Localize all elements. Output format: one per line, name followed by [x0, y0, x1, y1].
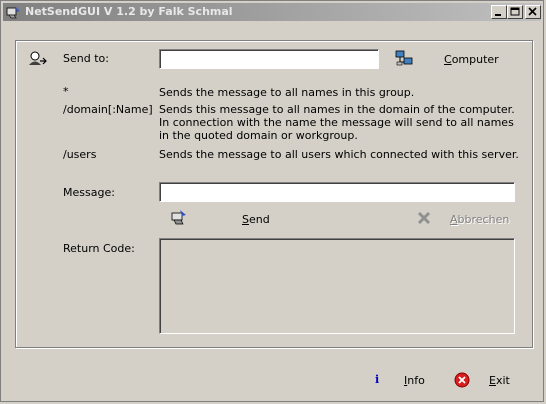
computer-button[interactable]: Computer: [444, 53, 499, 66]
app-icon: [6, 6, 20, 19]
message-label: Message:: [63, 186, 115, 199]
send-icon: [171, 210, 186, 225]
send-button-label: end: [248, 213, 270, 226]
cancel-icon: [417, 211, 431, 225]
exit-button[interactable]: Exit: [489, 374, 510, 387]
minimize-button[interactable]: [491, 5, 507, 19]
info-button-label: nfo: [407, 374, 425, 387]
exit-button-accel: E: [489, 374, 496, 387]
send-button-accel: S: [242, 213, 249, 226]
title-bar[interactable]: NetSendGUI V 1.2 by Falk Schmal: [3, 3, 541, 21]
computer-button-label: omputer: [451, 53, 499, 66]
computer-button-accel: C: [444, 53, 452, 66]
send-to-label: Send to:: [63, 52, 109, 65]
cancel-button-accel: A: [450, 213, 458, 226]
return-code-label: Return Code:: [63, 242, 135, 255]
cancel-button-label: bbrechen: [457, 213, 510, 226]
target-desc-domain: Sends this message to all names in the d…: [159, 103, 515, 142]
exit-button-label: xit: [495, 374, 510, 387]
info-button[interactable]: Info: [404, 374, 425, 387]
close-button[interactable]: [525, 5, 541, 19]
return-code-output[interactable]: [159, 238, 515, 334]
target-desc-users: Sends the message to all users which con…: [159, 148, 519, 161]
target-key-users: /users: [63, 148, 97, 161]
minimize-icon: [495, 14, 501, 16]
info-icon: i: [375, 373, 380, 386]
send-button[interactable]: Send: [242, 213, 270, 226]
cancel-button[interactable]: Abbrechen: [450, 213, 509, 226]
maximize-icon: [510, 7, 520, 16]
message-input[interactable]: [159, 182, 515, 202]
target-key-all: *: [63, 85, 69, 98]
window-title: NetSendGUI V 1.2 by Falk Schmal: [25, 5, 233, 18]
exit-icon: [454, 372, 470, 388]
main-window: NetSendGUI V 1.2 by Falk Schmal Send to:…: [0, 0, 544, 402]
target-desc-all: Sends the message to all names in this g…: [159, 86, 415, 99]
send-to-input[interactable]: [159, 49, 379, 69]
user-icon: [29, 51, 47, 65]
close-icon: [528, 7, 537, 16]
target-key-domain: /domain[:Name]: [63, 103, 153, 116]
network-computers-icon: [395, 50, 413, 66]
maximize-button[interactable]: [507, 5, 523, 19]
